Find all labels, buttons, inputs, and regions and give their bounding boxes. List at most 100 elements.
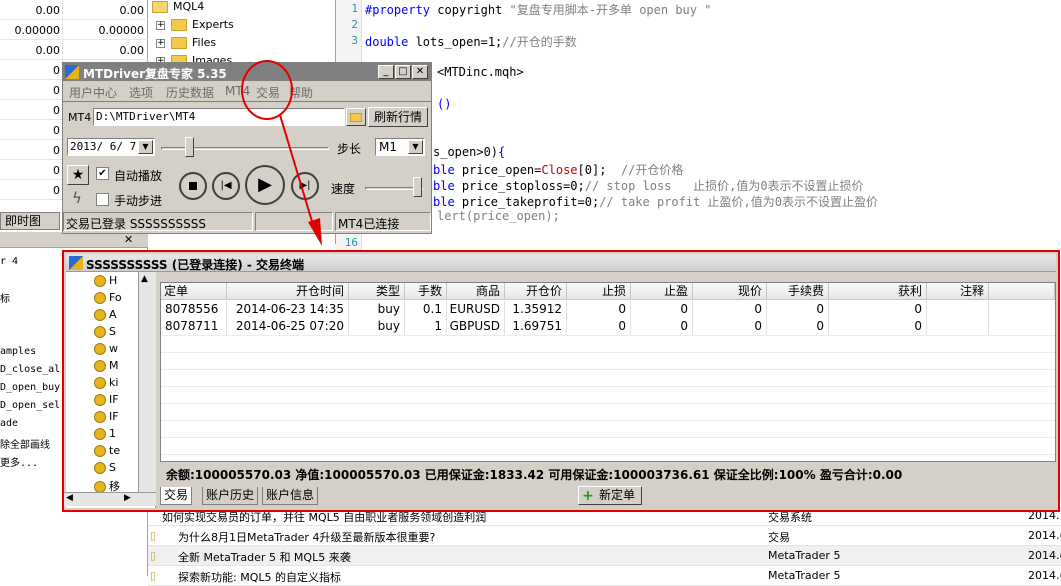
code-line-10: ble price_open=Close[0]; //开仓价格: [433, 163, 684, 177]
minimize-button[interactable]: _: [378, 65, 394, 79]
autoplay-checkbox[interactable]: ✔: [96, 167, 109, 180]
column-header-spacer: [989, 283, 1055, 300]
account-list-item[interactable]: S: [94, 461, 116, 477]
tab-account-info[interactable]: 账户信息: [262, 487, 319, 505]
cell-takeprofit: 0: [631, 301, 693, 318]
value-cell: 0: [53, 64, 60, 77]
user-icon: [94, 292, 106, 304]
code-fragment: s_open>0): [433, 145, 499, 159]
account-list-item[interactable]: S: [94, 325, 116, 341]
account-list-item[interactable]: te: [94, 444, 120, 460]
scroll-right-icon[interactable]: ▶: [124, 493, 131, 503]
column-header[interactable]: 止盈: [631, 283, 693, 300]
new-order-button[interactable]: + 新定单: [578, 486, 642, 505]
column-header[interactable]: 类型: [349, 283, 405, 300]
column-header[interactable]: 现价: [693, 283, 767, 300]
value-cell: 0: [53, 144, 60, 157]
account-list-item[interactable]: 1: [94, 427, 116, 443]
star-icon[interactable]: ★: [67, 165, 89, 185]
account-hscrollbar[interactable]: ◀ ▶: [64, 492, 156, 506]
account-summary-text: 余额:100005570.03 净值:100005570.03 已用保证金:18…: [166, 468, 903, 482]
maximize-button[interactable]: □: [395, 65, 411, 79]
scroll-up-icon[interactable]: ▲: [141, 274, 148, 284]
step-back-button[interactable]: |◀: [212, 172, 240, 200]
cell-stoploss: 0: [567, 301, 631, 318]
list-item[interactable]: 更多...: [0, 454, 38, 469]
grid-line: [161, 335, 1055, 336]
tree-item-files[interactable]: + Files: [156, 36, 216, 54]
menu-history-data[interactable]: 历史数据: [166, 84, 214, 101]
close-icon[interactable]: ✕: [124, 233, 133, 246]
account-list-item[interactable]: ki: [94, 376, 118, 392]
list-item[interactable]: r 4: [0, 256, 18, 267]
new-order-label: 新定单: [599, 488, 636, 502]
browse-folder-button[interactable]: [346, 108, 366, 126]
code-line-12: ble price_takeprofit=0;// take profit 止盈…: [433, 195, 879, 209]
account-list-item[interactable]: H: [94, 274, 117, 290]
value-cell: 0.00000: [98, 24, 145, 37]
account-list-item[interactable]: A: [94, 308, 117, 324]
expand-icon[interactable]: +: [156, 20, 165, 30]
list-item[interactable]: D_open_buy: [0, 382, 60, 393]
account-list-scrollbar[interactable]: ▲ ▼: [138, 272, 156, 506]
column-header[interactable]: 获利: [829, 283, 927, 300]
speed-slider-thumb[interactable]: [413, 177, 422, 197]
list-item[interactable]: 标: [0, 290, 10, 305]
chart-tab[interactable]: 即时图: [0, 212, 60, 230]
account-list-item[interactable]: IF: [94, 393, 119, 409]
folder-icon: [171, 37, 187, 49]
column-header[interactable]: 开仓价: [505, 283, 567, 300]
list-item[interactable]: D_open_sel: [0, 400, 60, 411]
app-logo-icon: [65, 65, 79, 79]
list-item[interactable]: amples: [0, 346, 36, 357]
tab-account-history[interactable]: 账户历史: [202, 487, 259, 505]
stop-button[interactable]: [179, 172, 207, 200]
account-list-item[interactable]: Fo: [94, 291, 122, 307]
account-list-item[interactable]: w: [94, 342, 118, 358]
line-number: 3: [351, 34, 358, 47]
column-header[interactable]: 手续费: [767, 283, 829, 300]
code-line-1: #property copyright "复盘专用脚本-开多单 open buy…: [365, 3, 712, 17]
speed-label: 速度: [331, 182, 356, 196]
list-item[interactable]: D_close_al: [0, 364, 60, 375]
cell-open-time: 2014-06-23 14:35: [227, 301, 349, 318]
cell-symbol: EURUSD: [447, 301, 505, 318]
cell-price: 0: [693, 318, 767, 335]
tree-item-mql4[interactable]: MQL4: [152, 0, 204, 18]
cell-lots: 0.1: [405, 301, 447, 318]
list-item[interactable]: ade: [0, 418, 18, 429]
account-list-item[interactable]: M: [94, 359, 119, 375]
column-header[interactable]: 止损: [567, 283, 631, 300]
step-slider-thumb[interactable]: [185, 137, 194, 157]
column-header[interactable]: 手数: [405, 283, 447, 300]
tree-item-experts[interactable]: + Experts: [156, 18, 234, 36]
scroll-left-icon[interactable]: ◀: [66, 493, 73, 503]
manual-step-label: 手动步进: [114, 194, 163, 208]
column-header[interactable]: 开仓时间: [227, 283, 349, 300]
value-row[interactable]: 0.00 0.00: [0, 0, 148, 20]
list-item[interactable]: 除全部画线: [0, 436, 50, 451]
article-row[interactable]: ▯ 为什么8月1日MetaTrader 4升级至最新版本很重要? 交易 2014…: [148, 526, 1061, 546]
article-row[interactable]: ▯ 全新 MetaTrader 5 和 MQL5 来袭 MetaTrader 5…: [148, 546, 1061, 566]
menu-options[interactable]: 选项: [129, 84, 153, 101]
chevron-down-icon[interactable]: ▼: [138, 140, 153, 154]
column-header[interactable]: 注释: [927, 283, 989, 300]
account-list-item[interactable]: IF: [94, 410, 119, 426]
grid-line: [161, 437, 1055, 438]
article-row[interactable]: ▯ 探索新功能: MQL5 的自定义指标 MetaTrader 5 2014.(: [148, 566, 1061, 586]
account-list-label: S: [109, 461, 116, 474]
terminal-titlebar[interactable]: SSSSSSSSSS (已登录连接) - 交易终端: [66, 254, 1056, 272]
column-header[interactable]: 定单: [161, 283, 227, 300]
close-button[interactable]: ✕: [412, 65, 428, 79]
value-cell: 0: [53, 84, 60, 97]
expand-icon[interactable]: +: [156, 38, 165, 48]
tab-trade[interactable]: 交易: [160, 487, 193, 505]
manual-step-checkbox[interactable]: [96, 193, 109, 206]
cell-comment: [927, 318, 989, 335]
column-header[interactable]: 商品: [447, 283, 505, 300]
value-row[interactable]: 0.00000 0.00000: [0, 20, 148, 40]
value-row[interactable]: 0.00 0.00: [0, 40, 148, 60]
chevron-down-icon[interactable]: ▼: [408, 140, 423, 154]
menu-user-center[interactable]: 用户中心: [69, 84, 117, 101]
refresh-quotes-button[interactable]: 刷新行情: [368, 107, 428, 127]
